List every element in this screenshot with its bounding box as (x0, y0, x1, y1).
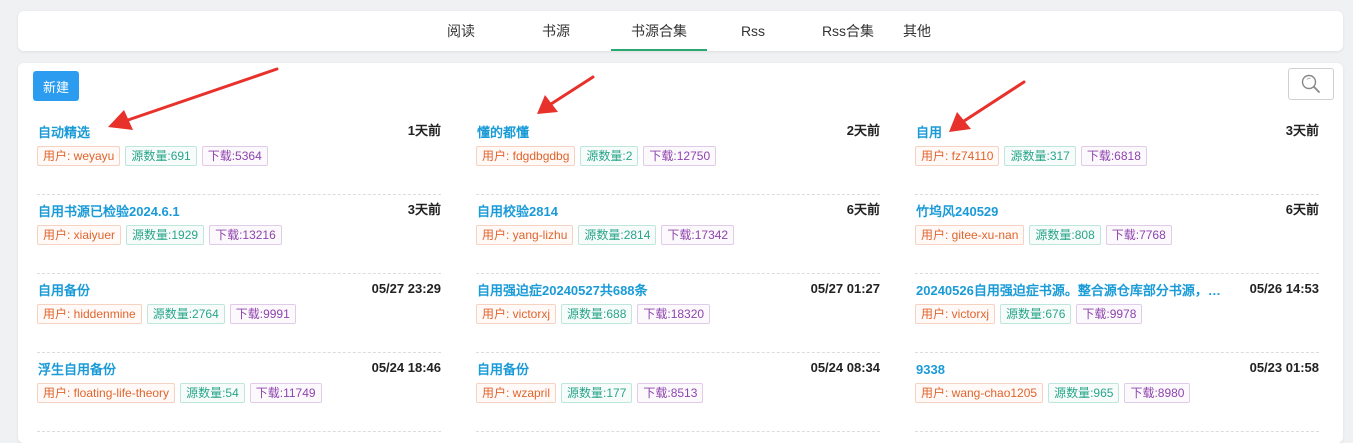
list-item[interactable]: 20240526自用强迫症书源。整合源仓库部分书源，去重、去失效 05/26 1… (915, 281, 1319, 353)
user-tag: 用户: yang-lizhu (476, 225, 574, 245)
download-count-tag: 下载:9978 (1076, 304, 1143, 324)
item-title[interactable]: 自用 (916, 124, 942, 142)
source-count-tag: 源数量:688 (561, 304, 633, 324)
source-count-tag: 源数量:317 (1004, 146, 1076, 166)
item-time: 6天前 (1285, 202, 1319, 217)
item-title[interactable]: 20240526自用强迫症书源。整合源仓库部分书源，去重、去失效 (916, 282, 1231, 300)
tab-rss-collection[interactable]: Rss合集 (799, 11, 897, 51)
source-count-tag: 源数量:2764 (146, 304, 225, 324)
tab-book-source-collection[interactable]: 书源合集 (611, 11, 707, 51)
item-title[interactable]: 自用书源已检验2024.6.1 (38, 203, 180, 221)
user-tag: 用户: victorxj (476, 304, 557, 324)
item-title[interactable]: 竹坞风240529 (916, 203, 998, 221)
user-tag: 用户: gitee-xu-nan (915, 225, 1025, 245)
list-item[interactable]: 自用备份 05/27 23:29 用户: hiddenmine 源数量:2764 下… (37, 281, 441, 353)
item-title[interactable]: 自用校验2814 (477, 203, 558, 221)
list-item[interactable]: 9338 05/23 01:58 用户: wang-chao1205 源数量:96… (915, 360, 1319, 432)
user-tag: 用户: weyayu (37, 146, 121, 166)
tab-rss[interactable]: Rss (707, 11, 799, 51)
top-navigation-bar: 阅读 书源 书源合集 Rss Rss合集 其他 (18, 11, 1343, 51)
user-tag: 用户: fdgdbgdbg (476, 146, 576, 166)
item-title[interactable]: 自用备份 (38, 282, 90, 300)
source-count-tag: 源数量:54 (180, 383, 245, 403)
user-tag: 用户: wang-chao1205 (915, 383, 1044, 403)
list-item[interactable]: 懂的都懂 2天前 用户: fdgdbgdbg 源数量:2 下载:12750 (476, 123, 880, 195)
list-item[interactable]: 自用 3天前 用户: fz74110 源数量:317 下载:6818 (915, 123, 1319, 195)
list-item[interactable]: 浮生自用备份 05/24 18:46 用户: floating-life-the… (37, 360, 441, 432)
search-button[interactable] (1288, 68, 1334, 100)
item-time: 2天前 (846, 123, 880, 138)
user-tag: 用户: fz74110 (915, 146, 1000, 166)
source-count-tag: 源数量:676 (1000, 304, 1072, 324)
source-count-tag: 源数量:2814 (578, 225, 657, 245)
download-count-tag: 下载:12750 (643, 146, 717, 166)
download-count-tag: 下载:5364 (201, 146, 268, 166)
list-item[interactable]: 自用校验2814 6天前 用户: yang-lizhu 源数量:2814 下载:17… (476, 202, 880, 274)
source-count-tag: 源数量:691 (125, 146, 197, 166)
download-count-tag: 下载:13216 (209, 225, 282, 245)
list-item[interactable]: 自用备份 05/24 08:34 用户: wzapril 源数量:177 下载:85… (476, 360, 880, 432)
item-time: 05/24 18:46 (371, 360, 441, 375)
item-title[interactable]: 懂的都懂 (477, 124, 529, 142)
item-title[interactable]: 自动精选 (38, 124, 90, 142)
item-time: 05/23 01:58 (1249, 360, 1319, 375)
download-count-tag: 下载:6818 (1080, 146, 1147, 166)
item-title[interactable]: 自用备份 (477, 361, 529, 379)
download-count-tag: 下载:8513 (637, 383, 704, 403)
item-title[interactable]: 9338 (916, 361, 945, 379)
user-tag: 用户: floating-life-theory (37, 383, 176, 403)
download-count-tag: 下载:8980 (1124, 383, 1191, 403)
download-count-tag: 下载:7768 (1105, 225, 1172, 245)
item-time: 3天前 (407, 202, 441, 217)
search-icon (1301, 74, 1320, 93)
user-tag: 用户: hiddenmine (37, 304, 142, 324)
item-time: 6天前 (846, 202, 880, 217)
tab-bar: 阅读 书源 书源合集 Rss Rss合集 其他 (421, 11, 937, 51)
user-tag: 用户: wzapril (476, 383, 557, 403)
item-time: 3天前 (1285, 123, 1319, 138)
download-count-tag: 下载:18320 (637, 304, 711, 324)
tab-book-source[interactable]: 书源 (501, 11, 611, 51)
list-item[interactable]: 自动精选 1天前 用户: weyayu 源数量:691 下载:5364 (37, 123, 441, 195)
list-item[interactable]: 竹坞风240529 6天前 用户: gitee-xu-nan 源数量:808 下载:… (915, 202, 1319, 274)
tab-read[interactable]: 阅读 (421, 11, 501, 51)
tab-other[interactable]: 其他 (897, 11, 937, 51)
list-item[interactable]: 自用书源已检验2024.6.1 3天前 用户: xiaiyuer 源数量:1929… (37, 202, 441, 274)
download-count-tag: 下载:9991 (229, 304, 296, 324)
source-count-tag: 源数量:2 (580, 146, 639, 166)
source-count-tag: 源数量:177 (561, 383, 633, 403)
source-count-tag: 源数量:1929 (126, 225, 205, 245)
item-time: 05/27 23:29 (371, 281, 441, 296)
item-time: 05/26 14:53 (1249, 281, 1319, 296)
download-count-tag: 下载:11749 (249, 383, 322, 403)
download-count-tag: 下载:17342 (661, 225, 735, 245)
source-count-tag: 源数量:808 (1029, 225, 1101, 245)
item-time: 05/27 01:27 (810, 281, 880, 296)
item-time: 1天前 (407, 123, 441, 138)
user-tag: 用户: xiaiyuer (37, 225, 122, 245)
source-count-tag: 源数量:965 (1048, 383, 1120, 403)
item-time: 05/24 08:34 (810, 360, 880, 375)
user-tag: 用户: victorxj (915, 304, 996, 324)
list-item[interactable]: 自用强迫症20240527共688条 05/27 01:27 用户: victo… (476, 281, 880, 353)
new-button[interactable]: 新建 (33, 71, 79, 101)
item-title[interactable]: 自用强迫症20240527共688条 (477, 282, 648, 300)
item-title[interactable]: 浮生自用备份 (38, 361, 116, 379)
